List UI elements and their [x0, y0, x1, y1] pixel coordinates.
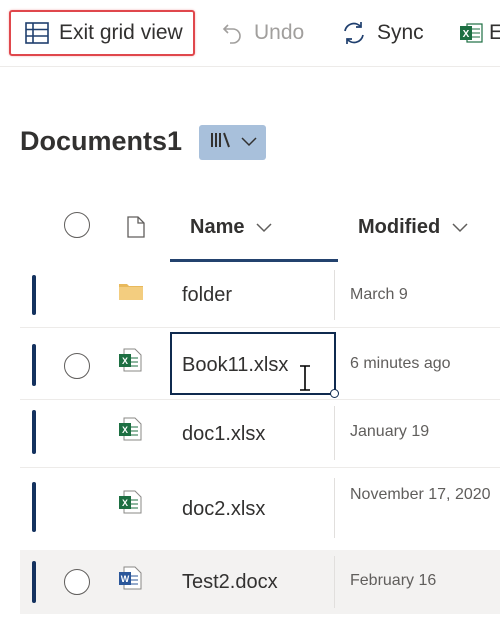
row-indicator [32, 344, 36, 386]
page-title: Documents1 [20, 126, 183, 156]
row-indicator [32, 410, 36, 454]
excel-icon: X [459, 22, 483, 44]
row-indicator [32, 561, 36, 603]
modified-date: 6 minutes ago [350, 355, 451, 372]
exit-grid-view-label: Exit grid view [59, 21, 183, 44]
row-select-radio[interactable] [64, 569, 90, 595]
file-name[interactable]: doc1.xlsx [182, 423, 265, 446]
column-divider [334, 406, 335, 460]
undo-icon [220, 21, 244, 45]
modified-date: March 9 [350, 286, 408, 303]
row-indicator [32, 275, 36, 315]
fill-handle[interactable] [330, 389, 339, 398]
sync-button[interactable]: Sync [341, 10, 424, 56]
file-name[interactable]: doc2.xlsx [182, 498, 265, 521]
column-divider [334, 270, 335, 320]
undo-button[interactable]: Undo [220, 10, 304, 56]
column-modified-label: Modified [358, 216, 441, 238]
file-name[interactable]: Book11.xlsx [182, 354, 288, 377]
undo-label: Undo [254, 21, 305, 44]
chevron-down-icon [256, 216, 273, 239]
column-header-modified[interactable]: Modified [358, 216, 468, 239]
file-type-icon [127, 216, 145, 243]
svg-text:X: X [463, 29, 470, 40]
excel-file-icon: X [118, 490, 142, 519]
excel-file-icon: X [118, 348, 142, 377]
word-file-icon: W [118, 566, 142, 595]
modified-date: February 16 [350, 572, 437, 589]
row-select-radio[interactable] [64, 353, 90, 379]
row-separator [20, 467, 500, 468]
column-header-name[interactable]: Name [170, 200, 338, 262]
svg-text:X: X [122, 498, 128, 508]
row-separator [20, 327, 500, 328]
column-divider [334, 478, 335, 538]
grid-icon [25, 22, 49, 44]
sync-icon [341, 20, 367, 46]
export-to-excel-button[interactable]: X E [459, 10, 500, 56]
table-row[interactable]: X doc2.xlsx November 17, 2020 [20, 470, 500, 546]
chevron-down-icon [452, 216, 468, 239]
file-name[interactable]: Test2.docx [182, 571, 278, 594]
view-switcher-button[interactable] [199, 125, 266, 160]
row-indicator [32, 482, 36, 532]
table-row[interactable]: folder March 9 [20, 262, 500, 328]
command-bar: Exit grid view Undo Sync X E [0, 0, 500, 67]
text-cursor-icon [298, 365, 312, 396]
excel-file-icon: X [118, 417, 142, 446]
export-label: E [489, 21, 500, 44]
svg-text:X: X [122, 425, 128, 435]
table-row[interactable]: X Book11.xlsx 6 minutes ago [20, 332, 500, 400]
svg-text:X: X [122, 356, 128, 366]
library-icon [209, 130, 233, 155]
svg-text:W: W [121, 574, 130, 584]
table-row[interactable]: X doc1.xlsx January 19 [20, 400, 500, 468]
file-name[interactable]: folder [182, 284, 232, 307]
exit-grid-view-button[interactable]: Exit grid view [9, 10, 195, 56]
column-name-label: Name [190, 216, 245, 238]
select-all-radio[interactable] [64, 212, 90, 238]
modified-date: November 17, 2020 [350, 486, 491, 503]
column-divider [334, 556, 335, 608]
folder-icon [118, 281, 144, 306]
sync-label: Sync [377, 21, 424, 44]
table-row[interactable]: W Test2.docx February 16 [20, 550, 500, 614]
chevron-down-icon [240, 134, 257, 152]
modified-date: January 19 [350, 423, 430, 440]
